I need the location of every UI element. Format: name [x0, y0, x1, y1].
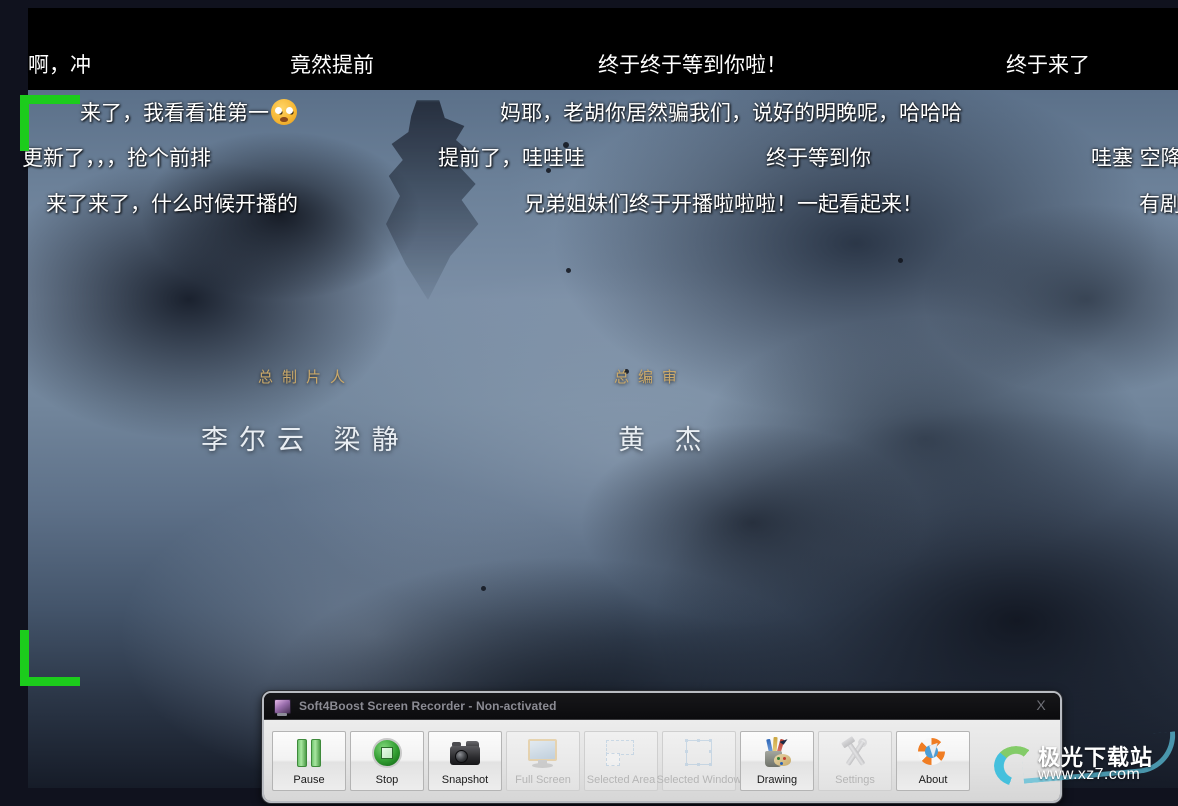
pause-button-label: Pause [293, 773, 325, 786]
selected-area-icon [604, 737, 638, 769]
handle-bar-horizontal [20, 95, 80, 104]
recorder-window-title: Soft4Boost Screen Recorder - Non-activat… [299, 699, 557, 713]
pause-icon [292, 737, 326, 769]
danmaku-comment: 啊，冲 [28, 53, 91, 77]
danmaku-comment: 终于等到你 [766, 146, 871, 170]
drawing-button-label: Drawing [756, 773, 798, 786]
screen: 总制片人 李尔云 梁静 总编审 黄 杰 啊，冲 竟然提前 终于终于等到你啦！ 终… [0, 0, 1178, 806]
stop-icon [370, 737, 404, 769]
handle-bar-horizontal [20, 677, 80, 686]
about-button-label: About [918, 773, 948, 786]
selected-window-button-label: Selected Window [656, 773, 742, 786]
drawing-icon [760, 735, 794, 769]
recorder-titlebar[interactable]: Soft4Boost Screen Recorder - Non-activat… [264, 693, 1060, 719]
credit-name-chief-editor: 黄 杰 [618, 425, 713, 455]
snapshot-button[interactable]: Snapshot [428, 730, 502, 791]
danmaku-comment: 来了来了，什么时候开播的 [46, 192, 298, 216]
camera-icon [448, 737, 482, 769]
handle-bar-vertical [20, 95, 29, 151]
danmaku-comment: 有剧 [1139, 192, 1178, 216]
pagoda-silhouette [386, 100, 479, 300]
full-screen-button: Full Screen [506, 730, 580, 791]
danmaku-comment: 妈耶，老胡你居然骗我们，说好的明晚呢，哈哈哈 [500, 101, 962, 125]
full-screen-button-label: Full Screen [515, 773, 571, 786]
selected-area-button-label: Selected Area [586, 773, 656, 786]
credit-role-producer: 总制片人 [258, 369, 355, 386]
danmaku-comment: 兄弟姐妹们终于开播啦啦啦！一起看起来！ [524, 192, 923, 216]
pause-button[interactable]: Pause [272, 730, 346, 791]
stop-button-label: Stop [375, 773, 399, 786]
app-logo-icon [274, 698, 291, 716]
shocked-face-icon [271, 99, 297, 125]
danmaku-comment: 哇塞 空降 [1091, 146, 1178, 170]
handle-bar-vertical [20, 630, 29, 686]
settings-button-label: Settings [835, 773, 875, 786]
selected-window-icon [682, 737, 716, 769]
floating-speck [566, 268, 571, 273]
credit-name-producer: 李尔云 梁静 [201, 425, 410, 455]
about-icon [916, 737, 950, 769]
danmaku-comment: 竟然提前 [290, 53, 374, 77]
capture-region-handle-bottom-left[interactable] [20, 630, 80, 686]
floating-speck [481, 586, 486, 591]
floating-speck [898, 258, 903, 263]
selected-area-button: Selected Area [584, 730, 658, 791]
close-icon[interactable]: X [1032, 696, 1050, 714]
about-button[interactable]: About [896, 730, 970, 791]
danmaku-comment: 提前了，哇哇哇 [438, 146, 585, 170]
stop-button[interactable]: Stop [350, 730, 424, 791]
danmaku-comment-with-emoji: 来了，我看看谁第一 [80, 97, 297, 127]
danmaku-comment: 终于来了 [1006, 53, 1090, 77]
danmaku-comment-text: 来了，我看看谁第一 [80, 101, 269, 125]
danmaku-comment: 终于终于等到你啦！ [598, 53, 787, 77]
credit-role-chief-editor: 总编审 [614, 369, 687, 386]
drawing-button[interactable]: Drawing [740, 730, 814, 791]
selected-window-button: Selected Window [657, 730, 742, 791]
capture-region-handle-top-left[interactable] [20, 95, 80, 151]
settings-icon [838, 737, 872, 769]
monitor-icon [526, 737, 560, 769]
screen-recorder-window[interactable]: Soft4Boost Screen Recorder - Non-activat… [262, 691, 1062, 803]
snapshot-button-label: Snapshot [441, 773, 489, 786]
recorder-toolbar: Pause Stop Snapshot Full Screen Selected… [264, 719, 1060, 801]
settings-button: Settings [818, 730, 892, 791]
